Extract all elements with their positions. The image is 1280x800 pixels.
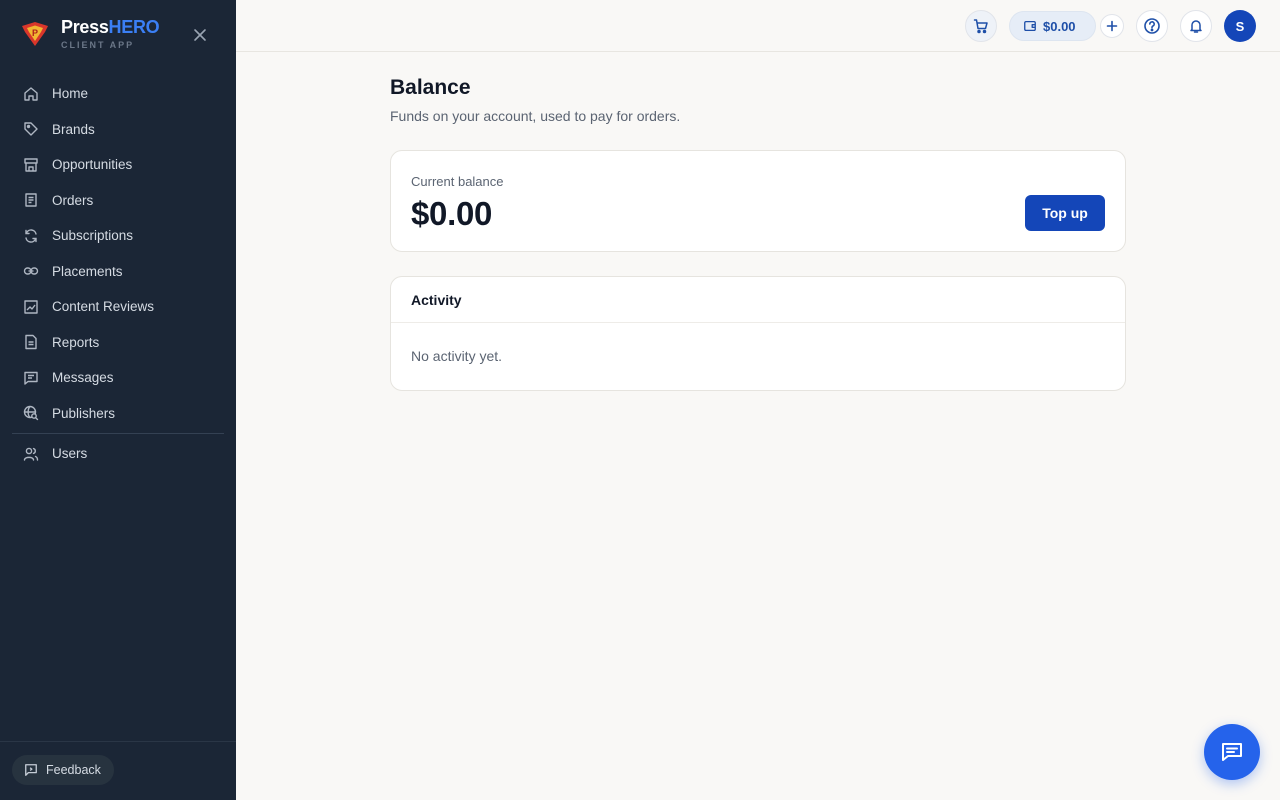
sidebar-footer: Feedback [0, 741, 236, 800]
sidebar-item-label: Placements [52, 263, 123, 279]
sidebar-item-label: Home [52, 86, 89, 102]
sidebar-item-orders[interactable]: Orders [12, 183, 224, 219]
brand-subtitle: CLIENT APP [61, 40, 135, 50]
balance-card: Current balance $0.00 Top up [390, 150, 1126, 252]
sidebar-item-label: Reports [52, 334, 100, 350]
sidebar-item-brands[interactable]: Brands [12, 112, 224, 148]
wallet-icon [1024, 20, 1036, 32]
storefront-icon [22, 156, 40, 174]
feedback-label: Feedback [46, 763, 101, 777]
sidebar-item-label: Subscriptions [52, 228, 134, 244]
users-icon [22, 445, 40, 463]
add-funds-button[interactable] [1100, 14, 1124, 38]
balance-caption: Current balance [411, 174, 504, 189]
link-icon [22, 262, 40, 280]
close-sidebar-button[interactable] [190, 25, 210, 45]
superhero-shield-icon: P [22, 22, 48, 46]
feedback-icon [24, 762, 40, 778]
chat-button[interactable] [1204, 724, 1260, 780]
cart-button[interactable] [965, 10, 997, 42]
sidebar-item-subscriptions[interactable]: Subscriptions [12, 218, 224, 254]
sidebar-item-label: Messages [52, 370, 114, 386]
chat-icon [1222, 743, 1242, 761]
plus-icon [1106, 20, 1118, 32]
image-review-icon [22, 298, 40, 316]
balance-pill-amount: $0.00 [1043, 18, 1076, 34]
activity-card: Activity No activity yet. [390, 276, 1126, 391]
receipt-icon [22, 191, 40, 209]
sidebar-item-label: Orders [52, 192, 94, 208]
help-button[interactable] [1136, 10, 1168, 42]
sidebar-item-opportunities[interactable]: Opportunities [12, 147, 224, 183]
topbar: $0.00 S [236, 0, 1280, 52]
sidebar-item-label: Opportunities [52, 157, 133, 173]
close-icon [194, 29, 206, 41]
notifications-button[interactable] [1180, 10, 1212, 42]
feedback-button[interactable]: Feedback [12, 755, 114, 785]
bell-icon [1190, 20, 1202, 33]
message-icon [22, 369, 40, 387]
globe-search-icon [22, 404, 40, 422]
sidebar-item-label: Users [52, 446, 88, 462]
sidebar-item-label: Content Reviews [52, 299, 155, 315]
page-subtitle: Funds on your account, used to pay for o… [390, 108, 681, 124]
brand-name: PressHERO [61, 17, 160, 37]
balance-pill[interactable]: $0.00 [1009, 11, 1096, 41]
sidebar-item-label: Brands [52, 121, 95, 137]
sidebar-nav: Home Brands Opportunities Orders Subscri… [12, 76, 224, 472]
balance-amount: $0.00 [411, 195, 493, 232]
activity-title: Activity [391, 277, 1125, 323]
refresh-icon [22, 227, 40, 245]
sidebar-divider [12, 433, 224, 434]
cart-icon [973, 19, 988, 34]
page-title: Balance [390, 76, 471, 99]
sidebar-item-messages[interactable]: Messages [12, 360, 224, 396]
sidebar-item-users[interactable]: Users [12, 436, 224, 472]
activity-empty-state: No activity yet. [411, 348, 503, 364]
home-icon [22, 85, 40, 103]
sidebar-item-publishers[interactable]: Publishers [12, 396, 224, 432]
sidebar-item-label: Publishers [52, 405, 116, 421]
sidebar-item-reports[interactable]: Reports [12, 325, 224, 361]
svg-text:P: P [32, 28, 38, 38]
sidebar-item-home[interactable]: Home [12, 76, 224, 112]
sidebar: P PressHERO CLIENT APP Home Brands Oppor… [0, 0, 236, 800]
help-icon [1144, 18, 1160, 34]
top-up-button[interactable]: Top up [1025, 195, 1105, 231]
tag-icon [22, 120, 40, 138]
document-icon [22, 333, 40, 351]
avatar[interactable]: S [1224, 10, 1256, 42]
sidebar-item-content-reviews[interactable]: Content Reviews [12, 289, 224, 325]
sidebar-item-placements[interactable]: Placements [12, 254, 224, 290]
